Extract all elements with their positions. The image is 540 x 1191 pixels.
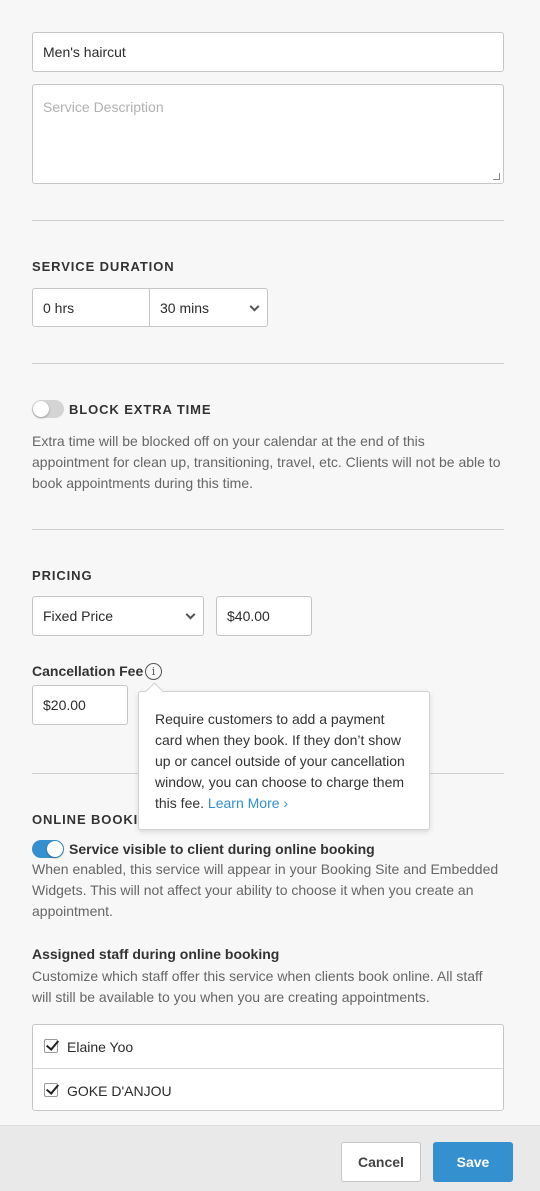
online-visibility-label: Service visible to client during online …: [69, 841, 375, 857]
duration-hours-input[interactable]: 0 hrs: [32, 288, 150, 327]
block-extra-time-toggle[interactable]: [32, 400, 64, 418]
divider: [32, 529, 504, 530]
duration-minutes-value: 30 mins: [160, 299, 210, 316]
online-visibility-help: When enabled, this service will appear i…: [32, 861, 499, 919]
price-type-value: Fixed Price: [43, 608, 114, 624]
divider: [32, 363, 504, 364]
toggle-knob: [33, 401, 49, 417]
description-placeholder: Service Description: [43, 99, 164, 115]
duration-minutes-select[interactable]: 30 mins: [149, 288, 268, 327]
cancel-button[interactable]: Cancel: [341, 1142, 421, 1182]
checkbox-checked-icon[interactable]: [44, 1039, 58, 1053]
info-icon[interactable]: i: [145, 663, 162, 680]
resize-handle-icon[interactable]: [493, 173, 500, 180]
online-visibility-toggle[interactable]: [32, 840, 64, 858]
block-extra-time-help: Extra time will be blocked off on your c…: [32, 433, 501, 491]
cancellation-fee-tooltip: Require customers to add a payment card …: [138, 691, 430, 830]
cancellation-fee-input[interactable]: $20.00: [32, 685, 128, 725]
staff-row[interactable]: GOKE D'ANJOU: [33, 1069, 503, 1112]
service-duration-title: SERVICE DURATION: [32, 259, 175, 274]
service-description-textarea[interactable]: Service Description: [32, 84, 504, 184]
cancellation-fee-label-text: Cancellation Fee: [32, 663, 144, 679]
footer-bar: Cancel Save: [0, 1125, 540, 1191]
pricing-title: PRICING: [32, 568, 93, 583]
price-input[interactable]: $40.00: [216, 596, 312, 636]
cancellation-fee-value: $20.00: [43, 697, 86, 713]
duration-hours-value: 0 hrs: [43, 299, 75, 316]
divider: [32, 220, 504, 221]
staff-name: Elaine Yoo: [67, 1038, 134, 1055]
service-name-value: Men's haircut: [43, 44, 126, 60]
toggle-knob: [47, 841, 63, 857]
block-extra-time-title: BLOCK EXTRA TIME: [69, 402, 212, 417]
assigned-staff-title: Assigned staff during online booking: [32, 946, 280, 962]
checkbox-checked-icon[interactable]: [44, 1083, 58, 1097]
save-button[interactable]: Save: [433, 1142, 513, 1182]
staff-row[interactable]: Elaine Yoo: [33, 1025, 503, 1068]
staff-list: Elaine Yoo GOKE D'ANJOU: [32, 1024, 504, 1111]
price-type-select[interactable]: Fixed Price: [32, 596, 204, 636]
service-name-input[interactable]: Men's haircut: [32, 32, 504, 72]
online-booking-title: ONLINE BOOKI: [32, 812, 139, 827]
chevron-down-icon: [185, 609, 196, 620]
assigned-staff-help: Customize which staff offer this service…: [32, 968, 483, 1005]
learn-more-link[interactable]: Learn More ›: [208, 795, 288, 811]
price-value: $40.00: [227, 608, 270, 624]
cancellation-fee-label: Cancellation Fee: [32, 663, 143, 679]
chevron-down-icon: [249, 301, 260, 312]
staff-name: GOKE D'ANJOU: [67, 1082, 172, 1099]
